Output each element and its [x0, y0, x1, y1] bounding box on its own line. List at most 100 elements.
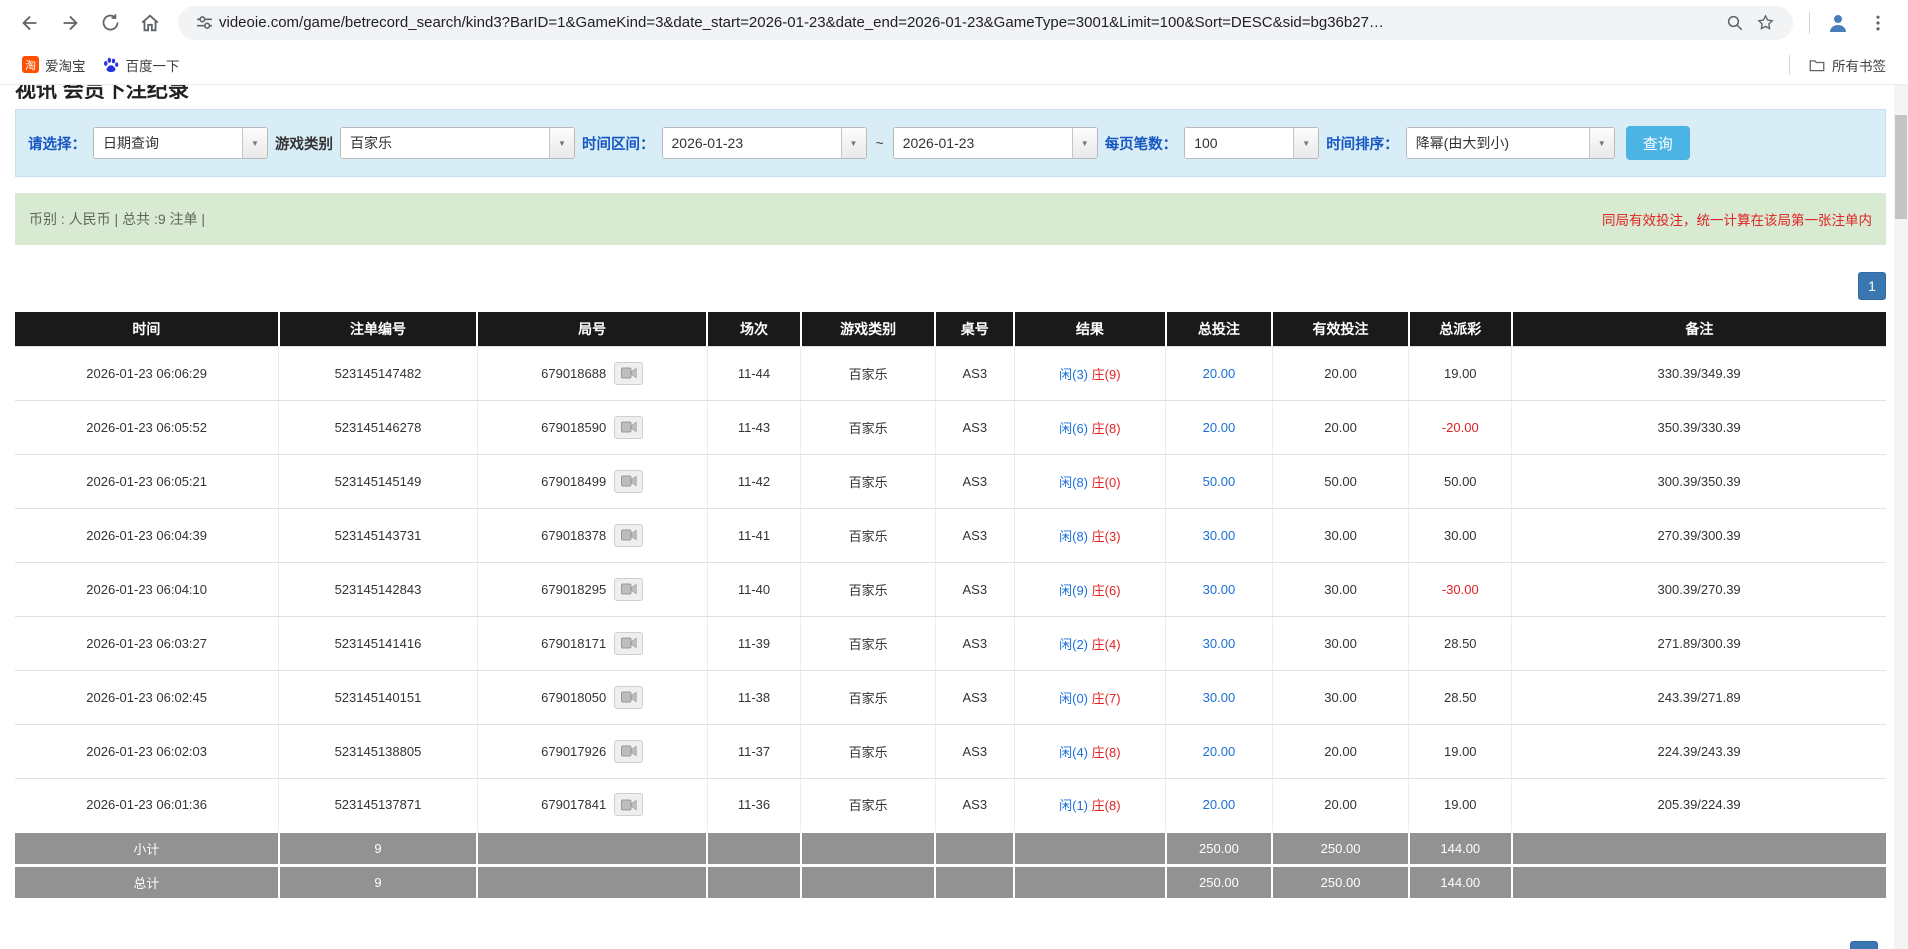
footer-cell: [801, 832, 936, 865]
cell-game-type: 百家乐: [801, 670, 936, 724]
video-replay-button[interactable]: [614, 632, 643, 655]
all-bookmarks-button[interactable]: 所有书签: [1800, 51, 1894, 79]
cell-bet-id: 523145145149: [279, 454, 477, 508]
footer-cell: 250.00: [1272, 832, 1409, 865]
result-banker: 庄(6): [1092, 583, 1121, 598]
search-button[interactable]: 查询: [1626, 126, 1690, 160]
cell-table-no: AS3: [935, 562, 1014, 616]
date-end-input[interactable]: [894, 128, 1072, 158]
profile-button[interactable]: [1821, 6, 1855, 40]
page-1-button[interactable]: 1: [1850, 941, 1878, 949]
cell-session: 11-36: [707, 778, 801, 832]
filter-sort-label: 时间排序：: [1326, 133, 1399, 154]
video-replay-button[interactable]: [614, 524, 643, 547]
page-title-clip: 视讯 会员下注纪录: [15, 85, 1886, 99]
cell-payout: 19.00: [1409, 724, 1512, 778]
cell-game-type: 百家乐: [801, 508, 936, 562]
chevron-down-icon[interactable]: ▼: [549, 128, 574, 158]
cell-session: 11-42: [707, 454, 801, 508]
cell-payout: -20.00: [1409, 400, 1512, 454]
chevron-down-icon[interactable]: ▼: [1072, 128, 1097, 158]
video-replay-button[interactable]: [614, 740, 643, 763]
video-replay-button[interactable]: [614, 793, 643, 816]
bet-records-table: 时间注单编号局号场次游戏类别桌号结果总投注有效投注总派彩备注 2026-01-2…: [15, 312, 1886, 898]
cell-session: 11-40: [707, 562, 801, 616]
scrollbar[interactable]: [1894, 85, 1908, 949]
home-button[interactable]: [133, 6, 167, 40]
query-type-input[interactable]: [94, 128, 242, 158]
game-type-input[interactable]: [341, 128, 549, 158]
result-player: 闲(9): [1059, 583, 1088, 598]
back-button[interactable]: [13, 6, 47, 40]
sort-order-combobox: ▼: [1406, 127, 1615, 159]
zoom-icon[interactable]: [1726, 14, 1744, 32]
subtotal-row: 小计9250.00250.00144.00: [15, 832, 1886, 865]
bookmark-star-icon[interactable]: [1756, 13, 1775, 32]
url-bar[interactable]: videoie.com/game/betrecord_search/kind3?…: [178, 6, 1793, 40]
chevron-down-icon[interactable]: ▼: [841, 128, 866, 158]
page-size-input[interactable]: [1185, 128, 1293, 158]
cell-table-no: AS3: [935, 616, 1014, 670]
video-replay-button[interactable]: [614, 362, 643, 385]
result-banker: 庄(8): [1092, 421, 1121, 436]
forward-button[interactable]: [53, 6, 87, 40]
cell-bet-id: 523145147482: [279, 346, 477, 400]
video-icon: [621, 799, 637, 811]
bet-record-row: 2026-01-23 06:05:52523145146278679018590…: [15, 400, 1886, 454]
cell-round-id: 679017926: [477, 724, 707, 778]
column-header: 有效投注: [1272, 312, 1409, 346]
cell-game-type: 百家乐: [801, 454, 936, 508]
total-bet-link[interactable]: 30.00: [1203, 582, 1236, 597]
cell-time: 2026-01-23 06:05:21: [15, 454, 279, 508]
currency-summary-text: 币别 : 人民币 | 总共 :9 注单 |: [29, 209, 205, 229]
video-replay-button[interactable]: [614, 686, 643, 709]
total-bet-link[interactable]: 50.00: [1203, 474, 1236, 489]
cell-total-bet: 50.00: [1166, 454, 1273, 508]
total-bet-link[interactable]: 20.00: [1203, 797, 1236, 812]
footer-cell: [477, 865, 707, 898]
total-bet-link[interactable]: 30.00: [1203, 636, 1236, 651]
chevron-down-icon[interactable]: ▼: [1589, 128, 1614, 158]
cell-valid-bet: 20.00: [1272, 346, 1409, 400]
round-id-text: 679017841: [541, 797, 606, 812]
query-type-combobox: ▼: [93, 127, 268, 159]
menu-button[interactable]: [1861, 6, 1895, 40]
sort-order-input[interactable]: [1407, 128, 1589, 158]
table-header-row: 时间注单编号局号场次游戏类别桌号结果总投注有效投注总派彩备注: [15, 312, 1886, 346]
video-replay-button[interactable]: [614, 470, 643, 493]
grand-total-row: 总计9250.00250.00144.00: [15, 865, 1886, 898]
bookmark-aitaobao[interactable]: 淘 爱淘宝: [14, 51, 94, 79]
video-replay-button[interactable]: [614, 578, 643, 601]
chevron-down-icon[interactable]: ▼: [1293, 128, 1318, 158]
result-player: 闲(1): [1059, 798, 1088, 813]
refresh-button[interactable]: [93, 6, 127, 40]
cell-round-id: 679018171: [477, 616, 707, 670]
page-1-button[interactable]: 1: [1858, 272, 1886, 300]
site-settings-icon[interactable]: [196, 14, 213, 31]
bookmark-baidu[interactable]: 百度一下: [94, 51, 188, 79]
url-text[interactable]: videoie.com/game/betrecord_search/kind3?…: [219, 14, 1720, 31]
video-replay-button[interactable]: [614, 416, 643, 439]
column-header: 局号: [477, 312, 707, 346]
total-bet-link[interactable]: 20.00: [1203, 420, 1236, 435]
cell-payout: 28.50: [1409, 670, 1512, 724]
filter-date-range-label: 时间区间：: [582, 133, 655, 154]
scrollbar-thumb[interactable]: [1895, 115, 1907, 219]
total-bet-link[interactable]: 20.00: [1203, 366, 1236, 381]
date-start-input[interactable]: [663, 128, 841, 158]
cell-valid-bet: 30.00: [1272, 616, 1409, 670]
result-banker: 庄(7): [1092, 691, 1121, 706]
chevron-down-icon[interactable]: ▼: [242, 128, 267, 158]
cell-result: 闲(9) 庄(6): [1014, 562, 1166, 616]
page-size-combobox: ▼: [1184, 127, 1319, 159]
browser-toolbar: videoie.com/game/betrecord_search/kind3?…: [0, 0, 1908, 45]
total-bet-link[interactable]: 30.00: [1203, 690, 1236, 705]
cell-result: 闲(8) 庄(3): [1014, 508, 1166, 562]
column-header: 时间: [15, 312, 279, 346]
total-bet-link[interactable]: 20.00: [1203, 744, 1236, 759]
bookmarks-divider: [1789, 55, 1790, 75]
cell-note: 350.39/330.39: [1512, 400, 1886, 454]
total-bet-link[interactable]: 30.00: [1203, 528, 1236, 543]
cell-session: 11-39: [707, 616, 801, 670]
cell-round-id: 679018050: [477, 670, 707, 724]
